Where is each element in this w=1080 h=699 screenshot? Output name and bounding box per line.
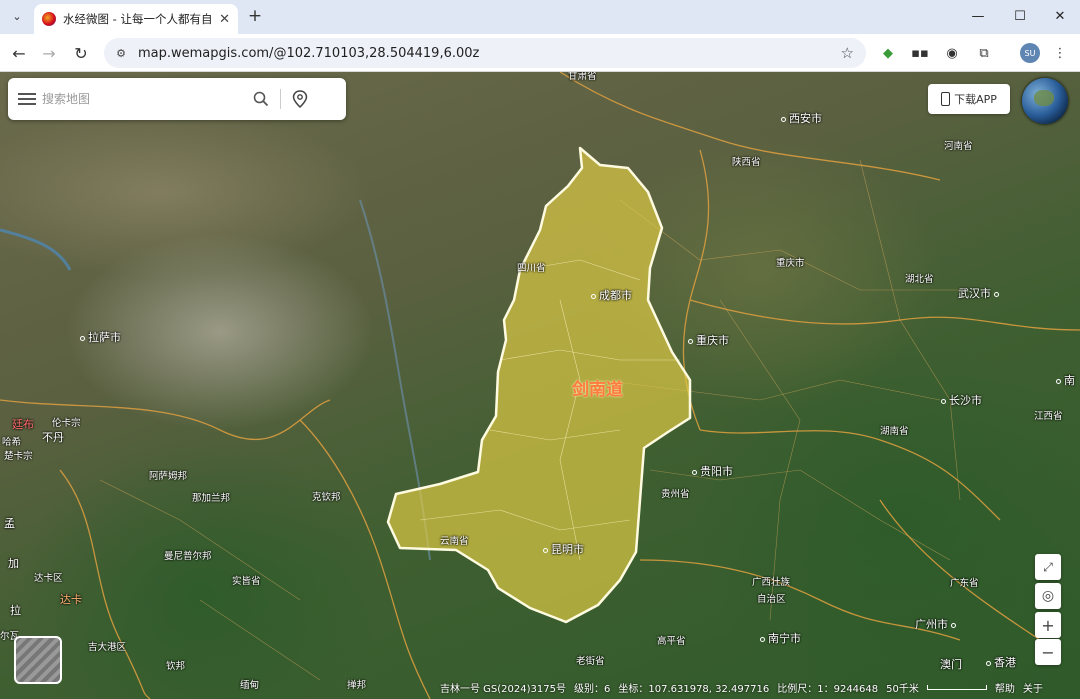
- map-label: 曼尼普尔邦: [164, 551, 212, 562]
- scale-bar: [926, 684, 987, 690]
- scale-bar-label: 50千米: [886, 683, 919, 695]
- map-label: 武汉市: [958, 285, 1002, 301]
- map-scale: 比例尺：1：9244648: [777, 683, 879, 695]
- map-label: 不丹: [42, 431, 64, 444]
- active-tab[interactable]: 水经微图 - 让每一个人都有自己 ✕: [34, 4, 238, 34]
- new-tab-button[interactable]: +: [244, 5, 266, 27]
- imagery-source: 吉林一号 GS(2024)3175号: [440, 683, 566, 695]
- region-label: 剑南道: [572, 380, 623, 400]
- search-box: [8, 78, 346, 120]
- url-text: map.wemapgis.com/@102.710103,28.504419,6…: [138, 45, 480, 61]
- map-label: 实皆省: [232, 576, 261, 587]
- map-label: 昆明市: [543, 541, 584, 557]
- map-label: 长沙市: [941, 392, 982, 408]
- map-label: 广州市: [915, 616, 959, 632]
- map-label: 哈希: [2, 437, 22, 448]
- map-label: 克钦邦: [312, 492, 341, 503]
- map-label: 江西省: [1034, 411, 1063, 422]
- status-bar: 吉林一号 GS(2024)3175号 级别：6 坐标：107.631978, 3…: [440, 678, 1080, 696]
- locate-button[interactable]: ◎: [1035, 583, 1061, 609]
- bookmark-star-icon[interactable]: ☆: [841, 44, 854, 62]
- zoom-level: 级别：6: [573, 683, 611, 695]
- fullscreen-button[interactable]: ⤢: [1035, 554, 1061, 580]
- map-label: 伦卡宗: [52, 418, 81, 429]
- basemap-switcher[interactable]: [14, 636, 62, 684]
- tab-title: 水经微图 - 让每一个人都有自己: [63, 12, 213, 26]
- map-label: 吉大港区: [88, 642, 127, 653]
- cursor-coordinate: 坐标：107.631978, 32.497716: [618, 683, 770, 695]
- search-input[interactable]: [42, 92, 252, 106]
- extension-glasses-icon[interactable]: ▪▪: [910, 43, 930, 63]
- map-label: 成都市: [591, 287, 632, 303]
- map-label: 陕西省: [732, 157, 761, 168]
- map-label: 缅甸: [240, 680, 260, 691]
- map-label: 湖北省: [905, 274, 934, 285]
- extension-cube-icon[interactable]: ◆: [878, 43, 898, 63]
- map-label: 贵阳市: [692, 463, 733, 479]
- map-label: 南: [1056, 372, 1075, 388]
- zoom-out-button[interactable]: −: [1035, 639, 1061, 665]
- map-label: 重庆市: [776, 258, 805, 269]
- address-bar[interactable]: ⚙ map.wemapgis.com/@102.710103,28.504419…: [104, 38, 866, 68]
- map-label: 自治区: [757, 594, 786, 605]
- map-label: 南宁市: [760, 630, 801, 646]
- map-label: 阿萨姆邦: [149, 471, 188, 482]
- map-label: 加: [8, 557, 19, 570]
- help-link[interactable]: 帮助: [995, 680, 1015, 695]
- map-label: 拉: [10, 604, 21, 617]
- map-label: 掸邦: [347, 680, 367, 691]
- close-window-button[interactable]: ✕: [1040, 2, 1080, 30]
- zoom-in-button[interactable]: +: [1035, 612, 1061, 638]
- map-label: 香港: [986, 654, 1016, 670]
- site-favicon-icon: [42, 12, 56, 26]
- map-label: 钦邦: [166, 661, 186, 672]
- minimize-button[interactable]: —: [958, 2, 998, 30]
- map-label: 楚卡宗: [4, 451, 33, 462]
- more-menu-icon[interactable]: ⋮: [1050, 43, 1070, 63]
- map-label: 达卡: [60, 593, 82, 606]
- browser-toolbar: ← → ↻ ⚙ map.wemapgis.com/@102.710103,28.…: [0, 34, 1080, 72]
- map-label: 广西壮族: [752, 577, 791, 588]
- divider: [280, 89, 281, 109]
- phone-icon: [941, 92, 951, 106]
- map-label: 广东省: [950, 578, 979, 589]
- map-canvas[interactable]: 甘肃省 西安市 陕西省 河南省 四川省 成都市 重庆市 湖北省 武汉市 拉萨市 …: [0, 72, 1080, 699]
- map-label: 老街省: [576, 656, 605, 667]
- map-overlay: [0, 72, 1080, 699]
- map-label: 那加兰邦: [192, 493, 231, 504]
- download-app-label: 下载APP: [954, 93, 997, 106]
- tab-bar: ⌄ 水经微图 - 让每一个人都有自己 ✕ + — ☐ ✕: [0, 0, 1080, 34]
- location-pin-icon[interactable]: [291, 90, 309, 108]
- close-tab-icon[interactable]: ✕: [219, 12, 230, 27]
- site-info-icon[interactable]: ⚙: [114, 46, 128, 60]
- region-polygon: [386, 146, 692, 624]
- map-label: 河南省: [944, 141, 973, 152]
- map-label: 高平省: [657, 636, 686, 647]
- map-label: 甘肃省: [568, 72, 597, 82]
- map-label: 四川省: [517, 263, 546, 274]
- map-label: 重庆市: [688, 332, 729, 348]
- search-icon[interactable]: [252, 90, 270, 108]
- map-label: 湖南省: [880, 426, 909, 437]
- globe-view-button[interactable]: [1022, 78, 1068, 124]
- profile-avatar[interactable]: SU: [1020, 43, 1040, 63]
- download-app-button[interactable]: 下载APP: [928, 84, 1010, 114]
- reload-button[interactable]: ↻: [70, 42, 92, 64]
- menu-icon[interactable]: [18, 93, 36, 105]
- map-label: 拉萨市: [80, 329, 121, 345]
- map-label: 廷布: [12, 418, 34, 431]
- about-link[interactable]: 关于: [1023, 680, 1043, 695]
- map-label: 贵州省: [661, 489, 690, 500]
- forward-button[interactable]: →: [38, 42, 60, 64]
- extensions-puzzle-icon[interactable]: ⧉: [974, 43, 994, 63]
- map-label: 西安市: [781, 110, 822, 126]
- map-label: 达卡区: [34, 573, 63, 584]
- map-label: 云南省: [440, 536, 469, 547]
- maximize-button[interactable]: ☐: [1000, 2, 1040, 30]
- camera-icon[interactable]: ◉: [942, 43, 962, 63]
- map-label: 澳门: [940, 658, 962, 671]
- tab-list-button[interactable]: ⌄: [6, 5, 28, 27]
- back-button[interactable]: ←: [8, 42, 30, 64]
- map-label: 孟: [4, 517, 15, 530]
